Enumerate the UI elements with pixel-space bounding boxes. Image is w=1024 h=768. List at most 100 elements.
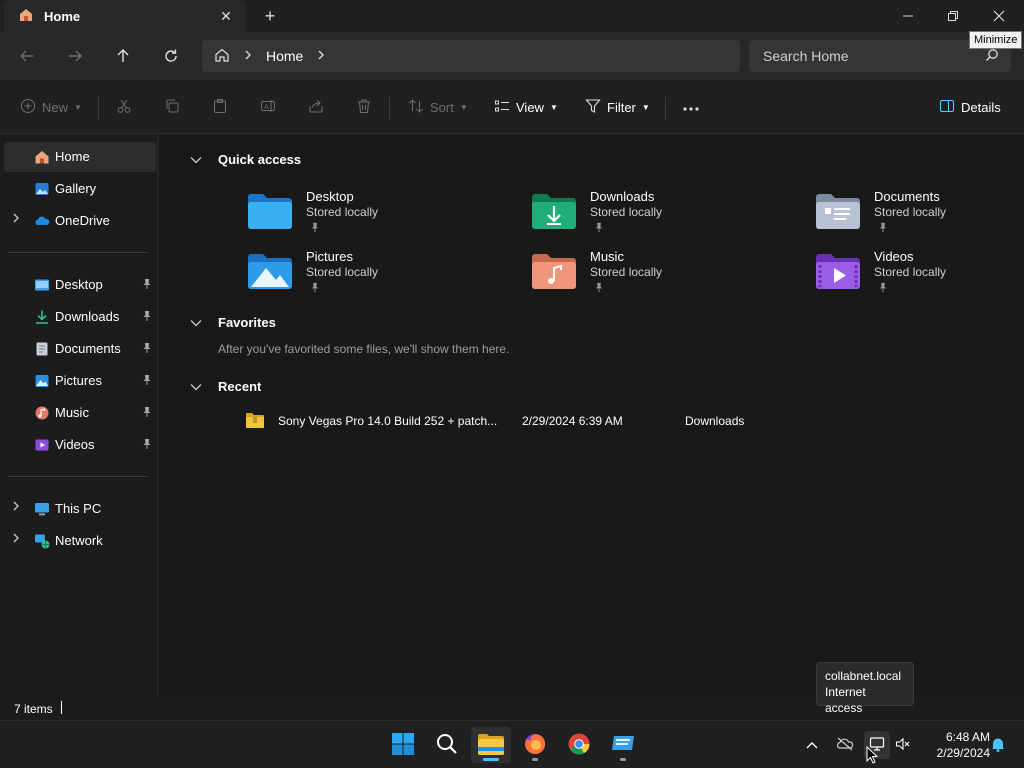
chevron-down-icon[interactable] xyxy=(190,152,204,167)
pin-icon[interactable] xyxy=(142,278,152,293)
chevron-right-icon[interactable] xyxy=(12,533,20,546)
chevron-down-icon[interactable] xyxy=(190,315,204,330)
share-button[interactable] xyxy=(308,93,324,121)
pin-icon[interactable] xyxy=(142,374,152,389)
pin-icon[interactable] xyxy=(142,342,152,357)
sidebar-item-network[interactable]: Network xyxy=(4,526,156,556)
tab-home[interactable]: Home ✕ xyxy=(4,0,246,32)
videos-folder-icon xyxy=(34,437,50,453)
mouse-cursor-icon xyxy=(866,745,879,767)
close-tab-icon[interactable]: ✕ xyxy=(218,8,234,24)
svg-text:A: A xyxy=(264,103,269,111)
onedrive-icon xyxy=(34,213,50,229)
breadcrumb-home[interactable]: Home xyxy=(266,48,303,64)
more-options-button[interactable] xyxy=(682,93,700,121)
command-bar: New ▼ A Sort ▼ View ▼ Filter ▼ Details xyxy=(0,80,1024,134)
details-button[interactable]: Details xyxy=(939,93,1001,121)
close-window-button[interactable] xyxy=(976,4,1022,28)
tooltip-network-name: collabnet.local xyxy=(825,669,902,683)
start-button[interactable] xyxy=(383,727,423,763)
active-indicator xyxy=(483,758,499,761)
volume-tray-button[interactable] xyxy=(891,733,915,757)
search-taskbar-button[interactable] xyxy=(427,727,467,763)
home-address-icon[interactable] xyxy=(214,47,230,66)
breadcrumb-chevron-icon[interactable] xyxy=(244,49,252,63)
quick-access-music[interactable]: Music Stored locally xyxy=(532,249,792,305)
view-button[interactable]: View ▼ xyxy=(494,93,558,121)
back-button[interactable] xyxy=(13,42,41,70)
view-list-icon xyxy=(494,98,510,117)
sidebar-item-label: Network xyxy=(55,533,103,548)
recent-file-location: Downloads xyxy=(685,414,745,428)
pin-icon[interactable] xyxy=(142,406,152,421)
sidebar-item-documents[interactable]: Documents xyxy=(4,334,156,364)
sidebar-item-home[interactable]: Home xyxy=(4,142,156,172)
firefox-icon xyxy=(523,732,547,759)
pin-icon[interactable] xyxy=(142,310,152,325)
favorites-header[interactable]: Favorites xyxy=(190,315,276,330)
sidebar-item-music[interactable]: Music xyxy=(4,398,156,428)
rename-button[interactable]: A xyxy=(260,93,276,121)
chrome-taskbar-button[interactable] xyxy=(559,727,599,763)
show-hidden-icons-button[interactable] xyxy=(800,733,824,757)
clock[interactable]: 6:48 AM 2/29/2024 xyxy=(918,729,990,761)
quick-access-documents[interactable]: Documents Stored locally xyxy=(816,189,1024,245)
documents-folder-icon xyxy=(34,341,50,357)
pictures-folder-icon xyxy=(34,373,50,389)
sidebar-item-label: Home xyxy=(55,149,90,164)
search-placeholder: Search Home xyxy=(763,48,849,64)
restore-button[interactable] xyxy=(930,4,976,28)
quick-access-pictures[interactable]: Pictures Stored locally xyxy=(248,249,508,305)
recent-file-date: 2/29/2024 6:39 AM xyxy=(522,414,623,428)
sidebar-item-desktop[interactable]: Desktop xyxy=(4,270,156,300)
copy-button[interactable] xyxy=(164,93,180,121)
paste-button[interactable] xyxy=(212,93,228,121)
chevron-right-icon[interactable] xyxy=(12,213,20,226)
gallery-icon xyxy=(34,181,50,197)
downloads-folder-icon xyxy=(34,309,50,325)
sort-button[interactable]: Sort ▼ xyxy=(408,93,468,121)
downloads-folder-icon xyxy=(532,193,576,229)
onedrive-tray-button[interactable] xyxy=(833,733,857,757)
taskbar: 6:48 AM 2/29/2024 xyxy=(0,720,1024,768)
sidebar-item-onedrive[interactable]: OneDrive xyxy=(4,206,156,236)
address-bar[interactable]: Home xyxy=(202,40,740,72)
content-pane: Quick access Desktop Stored locally Down… xyxy=(160,135,1024,696)
quick-access-header[interactable]: Quick access xyxy=(190,152,301,167)
folder-name: Videos xyxy=(874,249,914,264)
view-label: View xyxy=(516,99,544,115)
chevron-right-icon[interactable] xyxy=(12,501,20,514)
sidebar-item-this-pc[interactable]: This PC xyxy=(4,494,156,524)
delete-button[interactable] xyxy=(356,93,372,121)
file-explorer-taskbar-button[interactable] xyxy=(471,727,511,763)
recent-header[interactable]: Recent xyxy=(190,379,261,394)
cut-button[interactable] xyxy=(116,93,132,121)
firefox-taskbar-button[interactable] xyxy=(515,727,555,763)
section-title: Recent xyxy=(218,379,262,394)
sidebar-item-label: This PC xyxy=(55,501,102,516)
quick-access-desktop[interactable]: Desktop Stored locally xyxy=(248,189,508,245)
sidebar-item-videos[interactable]: Videos xyxy=(4,430,156,460)
navigation-pane: Home Gallery OneDrive Desktop Downloads xyxy=(0,135,158,696)
sidebar-item-gallery[interactable]: Gallery xyxy=(4,174,156,204)
folder-name: Documents xyxy=(874,189,940,204)
forward-button[interactable] xyxy=(61,42,89,70)
quick-access-videos[interactable]: Videos Stored locally xyxy=(816,249,1024,305)
app-taskbar-button[interactable] xyxy=(603,727,643,763)
chevron-down-icon[interactable] xyxy=(190,379,204,394)
minimize-button[interactable] xyxy=(885,4,931,28)
favorites-empty-text: After you've favorited some files, we'll… xyxy=(218,342,510,356)
breadcrumb-chevron-icon[interactable] xyxy=(317,49,325,63)
up-button[interactable] xyxy=(109,42,137,70)
filter-button[interactable]: Filter ▼ xyxy=(585,93,650,121)
quick-access-downloads[interactable]: Downloads Stored locally xyxy=(532,189,792,245)
this-pc-icon xyxy=(34,501,50,517)
new-button[interactable]: New ▼ xyxy=(20,93,82,121)
sidebar-item-pictures[interactable]: Pictures xyxy=(4,366,156,396)
refresh-button[interactable] xyxy=(157,42,185,70)
recent-file-row[interactable]: Sony Vegas Pro 14.0 Build 252 + patch...… xyxy=(246,409,866,433)
pin-icon[interactable] xyxy=(142,438,152,453)
new-tab-button[interactable]: + xyxy=(260,6,280,26)
sidebar-item-downloads[interactable]: Downloads xyxy=(4,302,156,332)
notifications-button[interactable] xyxy=(986,733,1010,757)
